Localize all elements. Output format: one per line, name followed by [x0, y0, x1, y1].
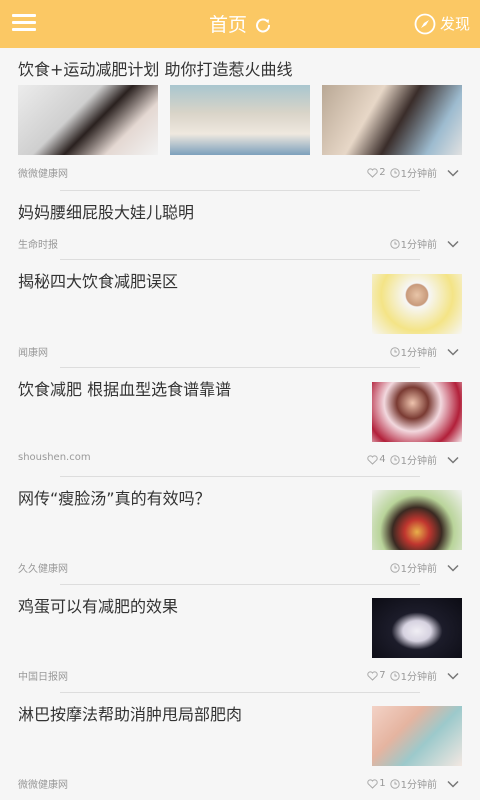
news-item[interactable]: 饮食+运动减肥计划 助你打造惹火曲线 微微健康网 2 1分钟前: [0, 48, 480, 190]
compass-icon: [414, 13, 436, 35]
news-item[interactable]: 饮食减肥 根据血型选食谱靠谱 shoushen.com 4 1分钟前: [0, 368, 480, 476]
page-title: 首页: [208, 13, 247, 36]
clock-icon: [389, 562, 400, 573]
news-image: [372, 382, 462, 442]
publish-time: 1分钟前: [389, 776, 437, 791]
news-item[interactable]: 妈妈腰细屁股大娃儿聪明 生命时报 1分钟前: [0, 191, 480, 259]
news-item[interactable]: 网传“瘦脸汤”真的有效吗？ 久久健康网 1分钟前: [0, 477, 480, 584]
chevron-down-icon[interactable]: [447, 672, 459, 680]
top-bar: 首页 发现: [0, 0, 480, 48]
news-title: 揭秘四大饮食减肥误区: [18, 272, 179, 291]
news-title: 妈妈腰细屁股大娃儿聪明: [18, 203, 195, 222]
news-meta: 1分钟前: [389, 344, 460, 359]
news-image: [372, 274, 462, 334]
news-source: 久久健康网: [18, 564, 68, 575]
publish-time: 1分钟前: [389, 165, 437, 180]
news-image: [372, 490, 462, 550]
news-item[interactable]: 揭秘四大饮食减肥误区 闻康网 1分钟前: [0, 260, 480, 367]
clock-icon: [389, 167, 400, 178]
heart-icon: [367, 778, 378, 789]
like-count: 7: [367, 670, 386, 681]
news-source: 生命时报: [18, 240, 58, 251]
refresh-icon[interactable]: [255, 17, 271, 33]
news-meta: 1分钟前: [389, 560, 460, 575]
news-title: 饮食+运动减肥计划 助你打造惹火曲线: [18, 60, 293, 79]
clock-icon: [389, 454, 400, 465]
news-source: 闻康网: [18, 348, 48, 359]
like-count: 1: [367, 778, 386, 789]
like-count: 4: [367, 454, 386, 465]
news-image: [372, 598, 462, 658]
publish-time: 1分钟前: [389, 452, 437, 467]
chevron-down-icon[interactable]: [447, 456, 459, 464]
clock-icon: [389, 670, 400, 681]
news-meta: 4 1分钟前: [367, 452, 460, 467]
chevron-down-icon[interactable]: [447, 169, 459, 177]
news-source: 中国日报网: [18, 672, 68, 683]
publish-time: 1分钟前: [389, 344, 437, 359]
news-meta: 1分钟前: [389, 236, 460, 251]
news-image: [322, 85, 462, 155]
news-image: [372, 706, 462, 766]
publish-time: 1分钟前: [389, 668, 437, 683]
news-title: 鸡蛋可以有减肥的效果: [18, 597, 179, 616]
chevron-down-icon[interactable]: [447, 348, 459, 356]
discover-label: 发现: [439, 15, 470, 33]
heart-icon: [367, 454, 378, 465]
news-item[interactable]: 淋巴按摩法帮助消肿甩局部肥肉 微微健康网 1 1分钟前: [0, 693, 480, 800]
news-source: shoushen.com: [18, 452, 91, 463]
news-meta: 2 1分钟前: [367, 165, 460, 180]
discover-button[interactable]: 发现: [414, 11, 470, 37]
heart-icon: [367, 167, 378, 178]
chevron-down-icon[interactable]: [447, 240, 459, 248]
publish-time: 1分钟前: [389, 560, 437, 575]
clock-icon: [389, 346, 400, 357]
news-meta: 1 1分钟前: [367, 776, 460, 791]
news-image: [18, 85, 158, 155]
news-item[interactable]: 鸡蛋可以有减肥的效果 中国日报网 7 1分钟前: [0, 585, 480, 693]
clock-icon: [389, 238, 400, 249]
news-source: 微微健康网: [18, 780, 68, 791]
news-title: 淋巴按摩法帮助消肿甩局部肥肉: [18, 705, 243, 724]
publish-time: 1分钟前: [389, 236, 437, 251]
news-source: 微微健康网: [18, 169, 68, 180]
news-meta: 7 1分钟前: [367, 668, 460, 683]
chevron-down-icon[interactable]: [447, 780, 459, 788]
heart-icon: [367, 670, 378, 681]
chevron-down-icon[interactable]: [447, 564, 459, 572]
news-image: [170, 85, 310, 155]
header-title-area[interactable]: 首页: [0, 0, 480, 48]
news-title: 饮食减肥 根据血型选食谱靠谱: [18, 380, 232, 399]
like-count: 2: [367, 167, 386, 178]
clock-icon: [389, 778, 400, 789]
news-title: 网传“瘦脸汤”真的有效吗？: [18, 489, 211, 508]
